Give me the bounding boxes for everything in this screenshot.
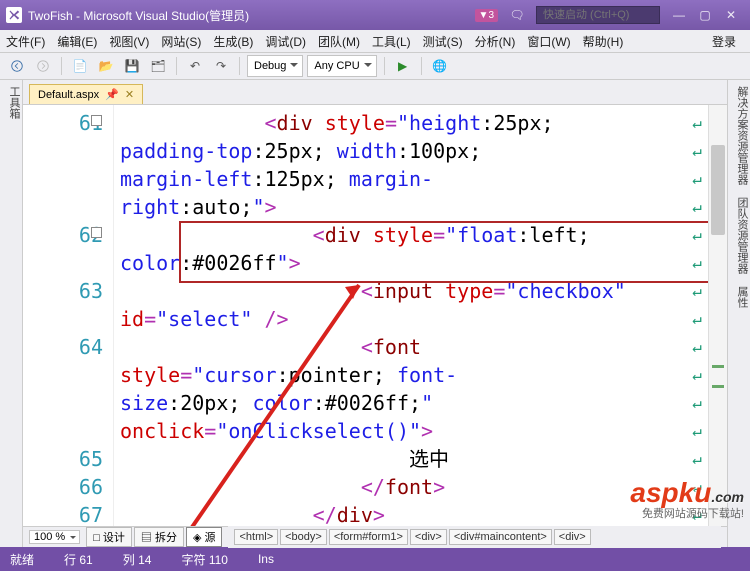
browser-icon[interactable]: 🌐 [429, 56, 451, 76]
code-area[interactable]: <div style="height:25px; padding-top:25p… [114, 105, 708, 526]
config-combo[interactable]: Debug [247, 55, 303, 77]
menu-view[interactable]: 视图(V) [109, 33, 149, 50]
status-ins: Ins [258, 552, 274, 566]
breadcrumb-item[interactable]: <form#form1> [329, 529, 408, 545]
notification-badge[interactable]: ▼3 [475, 9, 498, 22]
tabstrip: Default.aspx 📌 ✕ [23, 80, 727, 105]
zoom-combo[interactable]: 100 % [29, 530, 80, 544]
menubar: 文件(F) 编辑(E) 视图(V) 网站(S) 生成(B) 调试(D) 团队(M… [0, 30, 750, 52]
pin-icon[interactable]: 📌 [105, 88, 119, 101]
right-panel-tabs[interactable]: 解决方案资源管理器 团队资源管理器 属性 [727, 80, 750, 547]
nav-fwd-icon[interactable] [32, 56, 54, 76]
nav-back-icon[interactable] [6, 56, 28, 76]
breadcrumb-item[interactable]: <div> [410, 529, 447, 545]
window-title: TwoFish - Microsoft Visual Studio(管理员) [28, 7, 249, 24]
start-debug-icon[interactable]: ▶ [392, 56, 414, 76]
vs-window: TwoFish - Microsoft Visual Studio(管理员) ▼… [0, 0, 750, 571]
menu-help[interactable]: 帮助(H) [583, 33, 624, 50]
breadcrumb-item[interactable]: <div#maincontent> [449, 529, 552, 545]
editor-footer: 100 % □ 设计 ▤ 拆分 ◈ 源 <html><body><form#fo… [23, 526, 727, 547]
status-col: 列 14 [123, 551, 152, 568]
quick-launch-input[interactable] [536, 6, 660, 24]
scroll-marker [712, 385, 724, 388]
close-icon[interactable]: ✕ [718, 5, 744, 25]
tab-close-icon[interactable]: ✕ [125, 88, 134, 101]
menu-team[interactable]: 团队(M) [318, 33, 360, 50]
save-icon[interactable]: 💾 [121, 56, 143, 76]
menu-website[interactable]: 网站(S) [161, 33, 201, 50]
status-ready: 就绪 [10, 551, 34, 568]
login-link[interactable]: 登录 [712, 33, 736, 50]
status-char: 字符 110 [181, 551, 228, 568]
vertical-scrollbar[interactable] [708, 105, 727, 526]
maximize-icon[interactable]: ▢ [692, 5, 718, 25]
fold-icon[interactable] [91, 115, 102, 126]
tag-breadcrumb: <html><body><form#form1><div><div#mainco… [228, 526, 721, 548]
document-well: Default.aspx 📌 ✕ 61626364656667 <div sty… [23, 80, 727, 547]
save-all-icon[interactable]: 🗂 [147, 56, 169, 76]
menu-build[interactable]: 生成(B) [213, 33, 253, 50]
vs-logo-icon [6, 7, 22, 23]
minimize-icon[interactable]: — [666, 5, 692, 25]
new-file-icon[interactable]: 📄 [69, 56, 91, 76]
undo-icon[interactable]: ↶ [184, 56, 206, 76]
file-tab-default[interactable]: Default.aspx 📌 ✕ [29, 84, 143, 104]
platform-combo[interactable]: Any CPU [307, 55, 376, 77]
menu-edit[interactable]: 编辑(E) [57, 33, 97, 50]
fold-icon[interactable] [91, 227, 102, 238]
menu-window[interactable]: 窗口(W) [527, 33, 570, 50]
scroll-thumb[interactable] [711, 145, 725, 235]
toolbox-panel-tab[interactable]: 工具箱 [0, 80, 23, 547]
tab-label: Default.aspx [38, 89, 99, 101]
scroll-marker [712, 365, 724, 368]
view-switcher: □ 设计 ▤ 拆分 ◈ 源 [86, 527, 222, 547]
feedback-icon[interactable]: 🗨 [504, 5, 530, 25]
line-gutter: 61626364656667 [23, 105, 114, 526]
toolbar: 📄 📂 💾 🗂 ↶ ↷ Debug Any CPU ▶ 🌐 [0, 52, 750, 80]
menu-tools[interactable]: 工具(L) [372, 33, 411, 50]
redo-icon[interactable]: ↷ [210, 56, 232, 76]
view-split-button[interactable]: ▤ 拆分 [134, 527, 184, 547]
breadcrumb-item[interactable]: <body> [280, 529, 327, 545]
open-icon[interactable]: 📂 [95, 56, 117, 76]
titlebar[interactable]: TwoFish - Microsoft Visual Studio(管理员) ▼… [0, 0, 750, 30]
statusbar: 就绪 行 61 列 14 字符 110 Ins [0, 547, 750, 571]
breadcrumb-item[interactable]: <html> [234, 529, 278, 545]
menu-file[interactable]: 文件(F) [6, 33, 45, 50]
view-source-button[interactable]: ◈ 源 [186, 527, 223, 547]
view-design-button[interactable]: □ 设计 [86, 527, 132, 547]
editor[interactable]: 61626364656667 <div style="height:25px; … [23, 105, 727, 526]
menu-analyze[interactable]: 分析(N) [475, 33, 516, 50]
breadcrumb-item[interactable]: <div> [554, 529, 591, 545]
status-line: 行 61 [64, 551, 93, 568]
menu-debug[interactable]: 调试(D) [265, 33, 306, 50]
menu-test[interactable]: 测试(S) [423, 33, 463, 50]
